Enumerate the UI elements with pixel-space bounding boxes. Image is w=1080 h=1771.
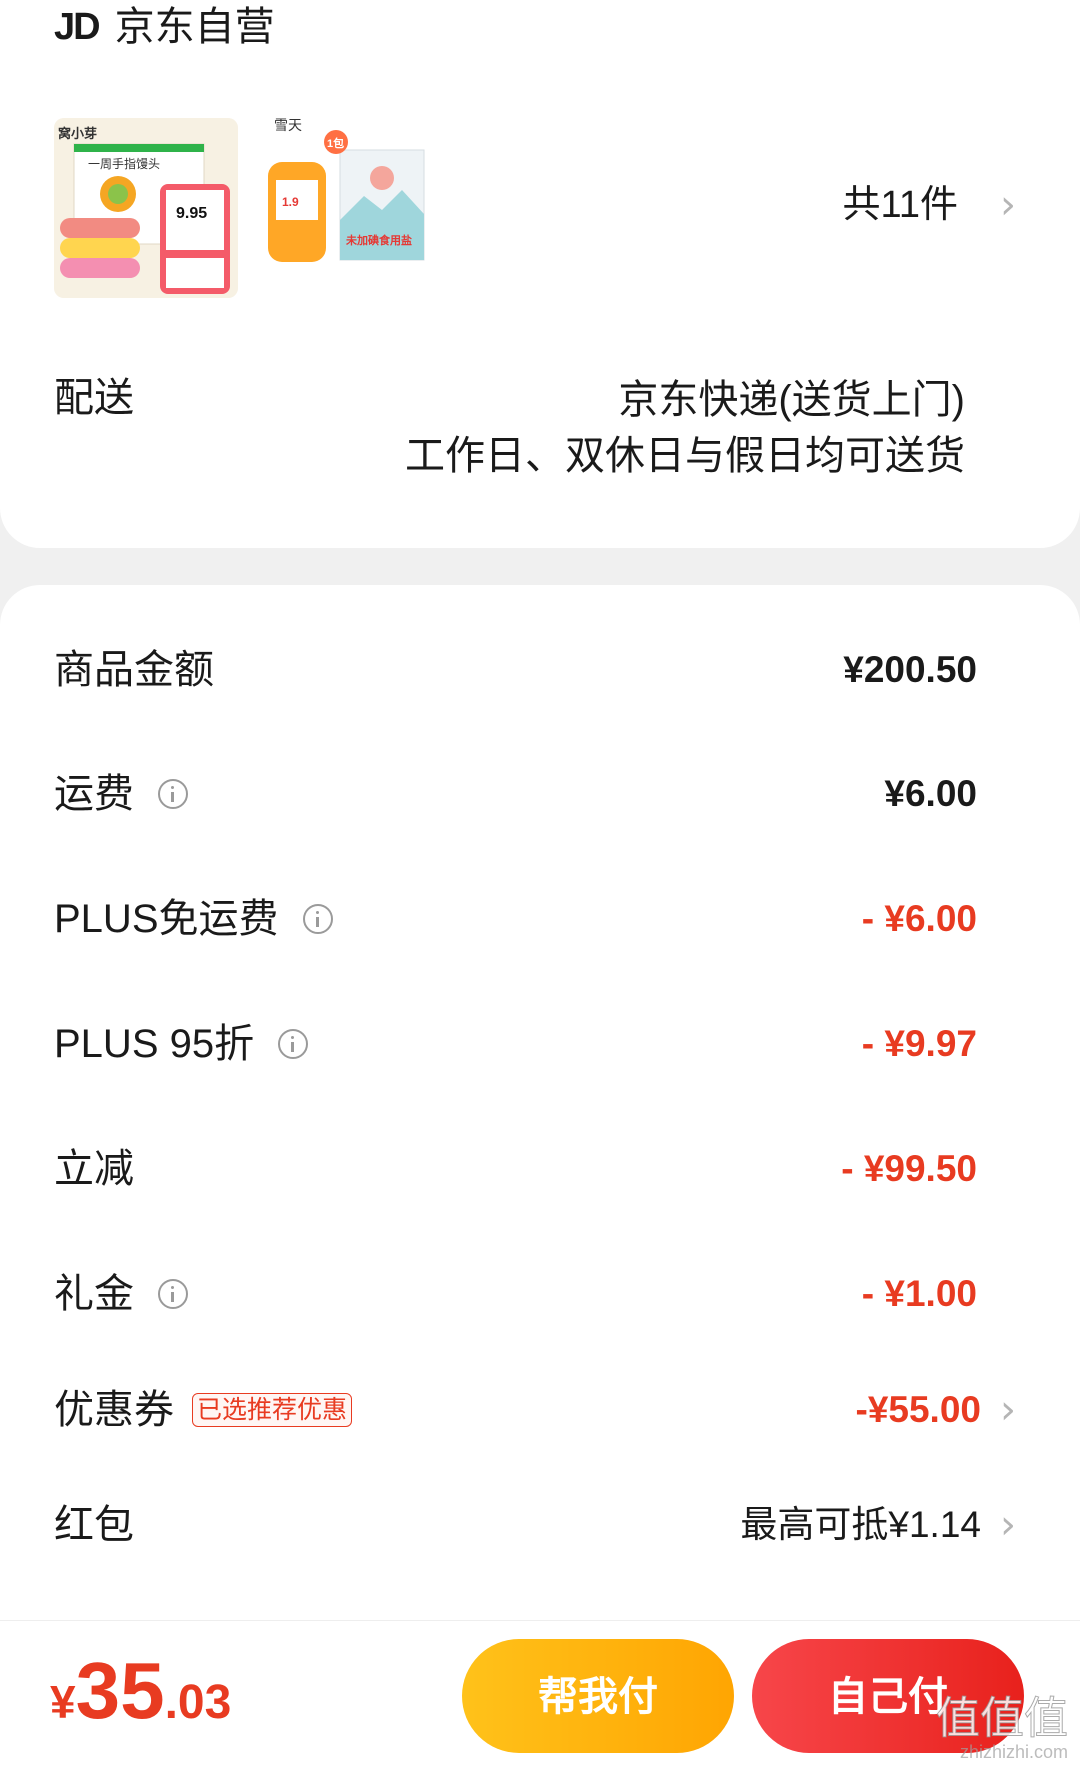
row-value: - ¥6.00 [861, 898, 977, 939]
row-label: 优惠券 [54, 1388, 174, 1432]
item-count[interactable]: 共11件 [843, 180, 958, 230]
svg-text:雪天: 雪天 [274, 118, 302, 134]
total-price: ¥35.03 [50, 1641, 231, 1764]
summary-row-gift-money: 礼金 - ¥1.00 [0, 1259, 1080, 1329]
svg-text:未加碘食用盐: 未加碘食用盐 [345, 233, 412, 247]
row-value: -¥55.00 [855, 1389, 982, 1430]
watermark: 值值值 zhizhizhi.com [936, 1694, 1069, 1763]
row-label: 红包 [54, 1503, 134, 1547]
shop-header: JD 京东自营 [54, 2, 275, 52]
row-value: - ¥9.97 [861, 1023, 977, 1064]
product-image-salt[interactable]: 雪天 1.9 未加碘食用盐 1包 [264, 110, 434, 290]
row-value: 最高可抵¥1.14 [740, 1504, 981, 1545]
summary-row-plus-free-shipping: PLUS免运费 - ¥6.00 [0, 884, 1080, 954]
watermark-url: zhizhizhi.com [959, 1742, 1068, 1762]
delivery-label: 配送 [54, 376, 134, 420]
summary-row-plus-discount: PLUS 95折 - ¥9.97 [0, 1009, 1080, 1079]
delivery-info[interactable]: 京东快递(送货上门) 工作日、双休日与假日均可送货 [405, 372, 965, 484]
coupon-selected-badge: 已选推荐优惠 [192, 1393, 353, 1427]
delivery-method: 京东快递(送货上门) [618, 378, 965, 422]
row-value: - ¥1.00 [861, 1273, 977, 1314]
price-summary-card: 商品金额 ¥200.50 运费 ¥6.00 PLUS免运费 - ¥6.00 PL… [0, 585, 1080, 1685]
svg-text:一周手指馒头: 一周手指馒头 [88, 156, 160, 171]
delivery-schedule: 工作日、双休日与假日均可送货 [405, 434, 965, 478]
summary-row-instant-discount: 立减 - ¥99.50 [0, 1134, 1080, 1204]
row-label: 礼金 [54, 1272, 134, 1316]
row-label: 商品金额 [54, 648, 214, 692]
chevron-right-icon[interactable]: › [1000, 1500, 1016, 1550]
info-icon[interactable] [278, 1029, 309, 1059]
shop-name: 京东自营 [114, 5, 275, 49]
row-label: PLUS 95折 [54, 1022, 255, 1066]
chevron-right-icon[interactable]: › [1000, 1385, 1016, 1435]
summary-row-coupon[interactable]: 优惠券 已选推荐优惠 -¥55.00 › [0, 1375, 1080, 1445]
row-label: 立减 [54, 1147, 134, 1191]
svg-text:1.9: 1.9 [282, 195, 299, 209]
help-pay-button[interactable]: 帮我付 [462, 1639, 734, 1753]
summary-row-shipping: 运费 ¥6.00 [0, 759, 1080, 829]
row-label: 运费 [54, 772, 134, 816]
row-value: ¥6.00 [884, 773, 977, 814]
row-value: - ¥99.50 [841, 1148, 977, 1189]
checkout-bar: ¥35.03 帮我付 自己付 值值值 zhizhizhi.com [0, 1620, 1080, 1771]
currency-symbol: ¥ [50, 1676, 76, 1728]
summary-row-goods-amount: 商品金额 ¥200.50 [0, 635, 1080, 705]
watermark-logo: 值值值 [936, 1694, 1069, 1743]
product-image-mantou[interactable]: 窝小芽 一周手指馒头 9.95 [54, 118, 238, 298]
info-icon[interactable] [158, 779, 188, 809]
info-icon[interactable] [302, 904, 333, 934]
chevron-right-icon[interactable]: › [1000, 180, 1016, 230]
info-icon[interactable] [158, 1279, 188, 1309]
row-label: PLUS免运费 [54, 897, 279, 941]
total-decimal: .03 [164, 1676, 232, 1729]
svg-text:1包: 1包 [327, 136, 344, 150]
row-value: ¥200.50 [843, 649, 977, 690]
jd-logo: JD [54, 6, 101, 48]
svg-text:9.95: 9.95 [176, 205, 207, 222]
total-integer: 35 [75, 1646, 165, 1735]
svg-text:窝小芽: 窝小芽 [58, 126, 97, 141]
order-items-card: JD 京东自营 窝小芽 一周手指馒头 9.95 雪天 1.9 未加碘食用盐 1包… [0, 0, 1080, 548]
summary-row-red-packet[interactable]: 红包 最高可抵¥1.14 › [0, 1490, 1080, 1560]
